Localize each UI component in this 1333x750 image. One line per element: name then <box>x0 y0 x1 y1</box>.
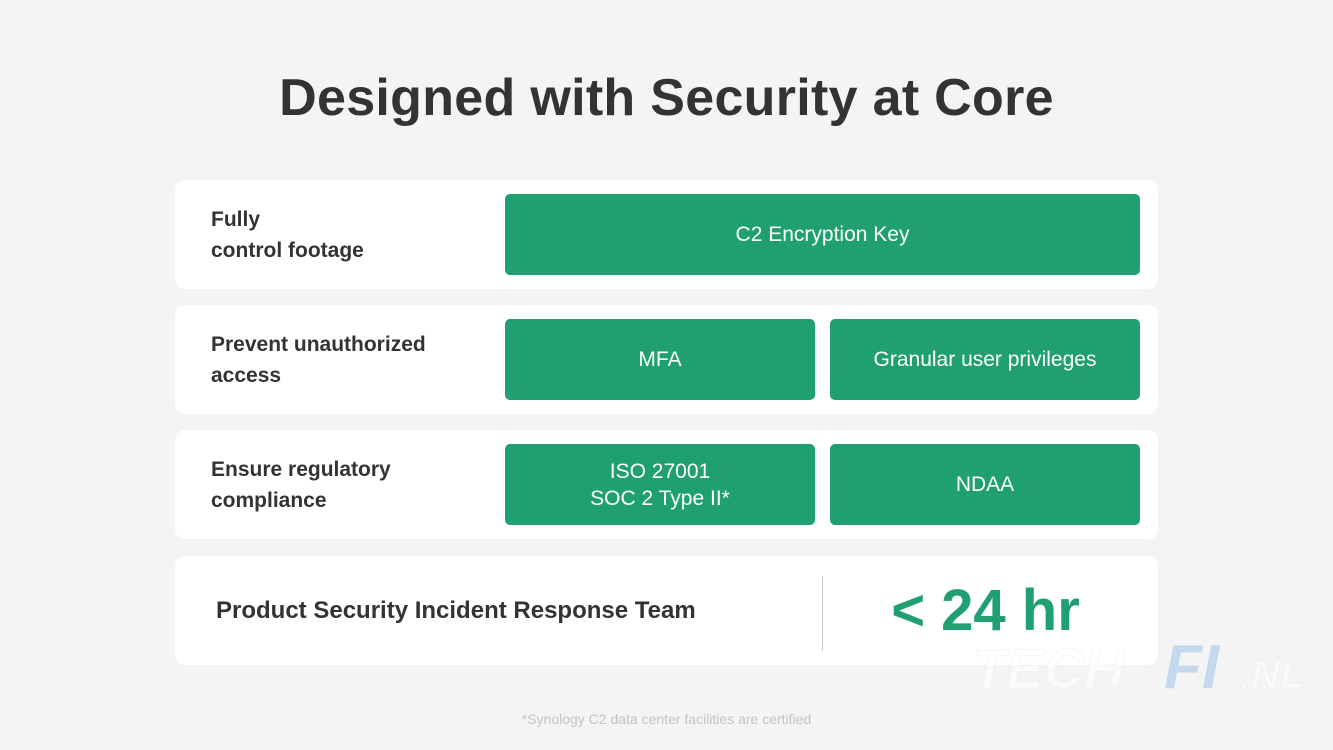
feature-pill-encryption-key: C2 Encryption Key <box>505 194 1140 275</box>
feature-pill-ndaa: NDAA <box>830 444 1140 525</box>
feature-pill-iso-soc: ISO 27001 SOC 2 Type II* <box>505 444 815 525</box>
watermark-text-bold: FI <box>1164 636 1221 700</box>
row-label: Fully control footage <box>211 207 364 262</box>
watermark-text-light: TECH <box>972 637 1126 700</box>
feature-row-prevent-access: Prevent unauthorized access MFA Granular… <box>175 305 1158 414</box>
feature-pill-user-privileges: Granular user privileges <box>830 319 1140 400</box>
incident-team-label: Product Security Incident Response Team <box>216 596 696 624</box>
feature-row-compliance: Ensure regulatory compliance ISO 27001 S… <box>175 430 1158 539</box>
footnote: *Synology C2 data center facilities are … <box>521 711 812 727</box>
feature-pill-mfa: MFA <box>505 319 815 400</box>
watermark-logo: TECH FI .NL <box>972 636 1305 700</box>
row-label: Prevent unauthorized access <box>211 332 426 387</box>
feature-row-control-footage: Fully control footage C2 Encryption Key <box>175 180 1158 289</box>
page-title: Designed with Security at Core <box>279 69 1054 127</box>
watermark-text-suffix: .NL <box>1240 653 1304 697</box>
row-label: Ensure regulatory compliance <box>211 457 391 512</box>
